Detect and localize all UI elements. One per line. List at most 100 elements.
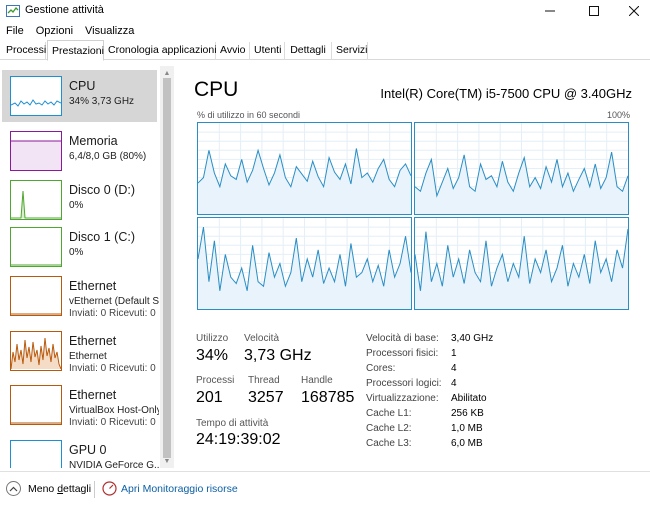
sidebar-item-title: GPU 0 [69, 443, 107, 457]
speed-value: 3,73 GHz [244, 347, 312, 364]
tab-startup[interactable]: Avvio [216, 42, 250, 60]
tab-users[interactable]: Utenti [250, 42, 285, 60]
page-title: CPU [194, 78, 239, 101]
divider [94, 481, 95, 498]
info-label: Cache L2: [366, 423, 412, 434]
bottom-bar: Meno dettagli Apri Monitoraggio risorse [0, 471, 650, 508]
sidebar-item-subtitle: Ethernet [69, 351, 107, 362]
scroll-up-arrow-icon[interactable]: ▲ [160, 68, 174, 78]
sidebar-item-cpu[interactable]: CPU 34% 3,73 GHz [2, 70, 157, 122]
sidebar-item-ethernet[interactable]: Ethernet Ethernet Inviati: 0 Ricevuti: 0… [2, 325, 159, 377]
ethernet-thumbnail [10, 276, 62, 316]
maximize-icon [589, 6, 599, 16]
memory-thumbnail [10, 131, 62, 171]
sidebar-item-subtitle: 0% [69, 200, 84, 211]
sidebar-item-traffic: Inviati: 0 Ricevuti: 0 I [69, 308, 159, 319]
handle-value: 168785 [301, 389, 355, 406]
sidebar-item-subtitle: NVIDIA GeForce G... [69, 460, 159, 468]
uptime-value: 24:19:39:02 [196, 431, 281, 448]
core-graph-1 [414, 122, 629, 215]
resource-monitor-icon[interactable] [102, 481, 117, 496]
sidebar-item-ethernet-virtualbox[interactable]: Ethernet VirtualBox Host-Only Inviati: 0… [2, 379, 159, 431]
thread-label: Thread [248, 375, 280, 386]
sidebar-item-subtitle: 6,4/8,0 GB (80%) [69, 151, 147, 162]
tab-details[interactable]: Dettagli [285, 42, 332, 60]
ethernet-thumbnail [10, 385, 62, 425]
sidebar-item-subtitle: vEthernet (Default Sv [69, 296, 159, 307]
speed-label: Velocità [244, 333, 280, 344]
sidebar-item-traffic: Inviati: 0 Ricevuti: 0 I [69, 363, 159, 374]
sidebar-item-memory[interactable]: Memoria 6,4/8,0 GB (80%) [2, 125, 157, 177]
graph-max-label: 100% [606, 110, 630, 120]
sidebar-item-title: Disco 1 (C:) [69, 230, 135, 244]
sidebar-item-subtitle: 0% [69, 247, 84, 258]
info-value: 1 [451, 348, 457, 359]
core-graph-0 [197, 122, 412, 215]
info-label: Processori logici: [366, 378, 442, 389]
core-graph-3 [414, 217, 629, 310]
sidebar-item-disk-0[interactable]: Disco 0 (D:) 0% [2, 174, 157, 226]
sidebar-item-title: Ethernet [69, 279, 117, 293]
sidebar-item-disk-1[interactable]: Disco 1 (C:) 0% [2, 221, 157, 273]
info-label: Virtualizzazione: [366, 393, 439, 404]
info-value: 4 [451, 378, 457, 389]
scrollbar-thumb[interactable] [163, 78, 171, 458]
ethernet-thumbnail [10, 331, 62, 371]
info-value: 1,0 MB [451, 423, 483, 434]
tab-processes[interactable]: Processi [2, 42, 46, 60]
info-label: Cores: [366, 363, 396, 374]
menu-view[interactable]: Visualizza [83, 25, 141, 37]
disk-thumbnail [10, 180, 62, 220]
info-value: 4 [451, 363, 457, 374]
thread-value: 3257 [248, 389, 284, 406]
sidebar-item-title: Disco 0 (D:) [69, 183, 135, 197]
processes-value: 201 [196, 389, 223, 406]
sidebar-item-subtitle: VirtualBox Host-Only [69, 405, 159, 416]
sidebar-item-title: Ethernet [69, 388, 117, 402]
handle-label: Handle [301, 375, 333, 386]
info-value: Abilitato [451, 393, 487, 404]
info-label: Velocità di base: [366, 333, 439, 344]
sidebar-item-gpu-0[interactable]: GPU 0 NVIDIA GeForce G... [2, 434, 159, 468]
tab-services[interactable]: Servizi [332, 42, 368, 60]
menu-options[interactable]: Opzioni [34, 25, 80, 37]
scroll-down-arrow-icon[interactable]: ▼ [160, 456, 174, 466]
sidebar-item-title: Ethernet [69, 334, 117, 348]
sidebar-item-ethernet-default[interactable]: Ethernet vEthernet (Default Sv Inviati: … [2, 270, 159, 322]
cpu-model: Intel(R) Core(TM) i5-7500 CPU @ 3.40GHz [380, 86, 632, 101]
sidebar-item-title: CPU [69, 79, 96, 93]
maximize-button[interactable] [574, 0, 614, 22]
core-graph-2 [197, 217, 412, 310]
disk-thumbnail [10, 227, 62, 267]
sidebar-scrollbar[interactable]: ▲ ▼ [160, 66, 174, 468]
info-value: 6,0 MB [451, 438, 483, 449]
utilization-value: 34% [196, 347, 229, 364]
gpu-thumbnail [10, 440, 62, 468]
info-label: Cache L1: [366, 408, 412, 419]
resource-sidebar: CPU 34% 3,73 GHz Memoria 6,4/8,0 GB (80%… [0, 66, 160, 468]
close-icon [629, 6, 639, 16]
sidebar-item-subtitle: 34% 3,73 GHz [69, 96, 135, 107]
task-manager-icon [6, 4, 20, 18]
info-value: 3,40 GHz [451, 333, 494, 344]
info-label: Cache L3: [366, 438, 412, 449]
open-resource-monitor-link[interactable]: Apri Monitoraggio risorse [121, 483, 238, 495]
chevron-up-icon[interactable] [6, 481, 21, 496]
close-button[interactable] [614, 0, 650, 22]
sidebar-item-traffic: Inviati: 0 Ricevuti: 0 I [69, 417, 159, 428]
utilization-label: Utilizzo [196, 333, 229, 344]
graph-caption: % di utilizzo in 60 secondi [197, 110, 301, 120]
menu-file[interactable]: File [4, 25, 31, 37]
tab-performance[interactable]: Prestazioni [47, 40, 104, 61]
info-value: 256 KB [451, 408, 484, 419]
processes-label: Processi [196, 375, 235, 386]
sidebar-item-title: Memoria [69, 134, 118, 148]
uptime-label: Tempo di attività [196, 418, 269, 429]
tab-strip: Processi Prestazioni Cronologia applicaz… [0, 40, 650, 61]
minimize-button[interactable] [530, 0, 570, 22]
window-title: Gestione attività [25, 4, 104, 16]
menu-bar: File Opzioni Visualizza [0, 22, 650, 40]
info-label: Processori fisici: [366, 348, 439, 359]
tab-app-history[interactable]: Cronologia applicazioni [104, 42, 217, 60]
fewer-details-button[interactable]: Meno dettagli [28, 483, 91, 495]
